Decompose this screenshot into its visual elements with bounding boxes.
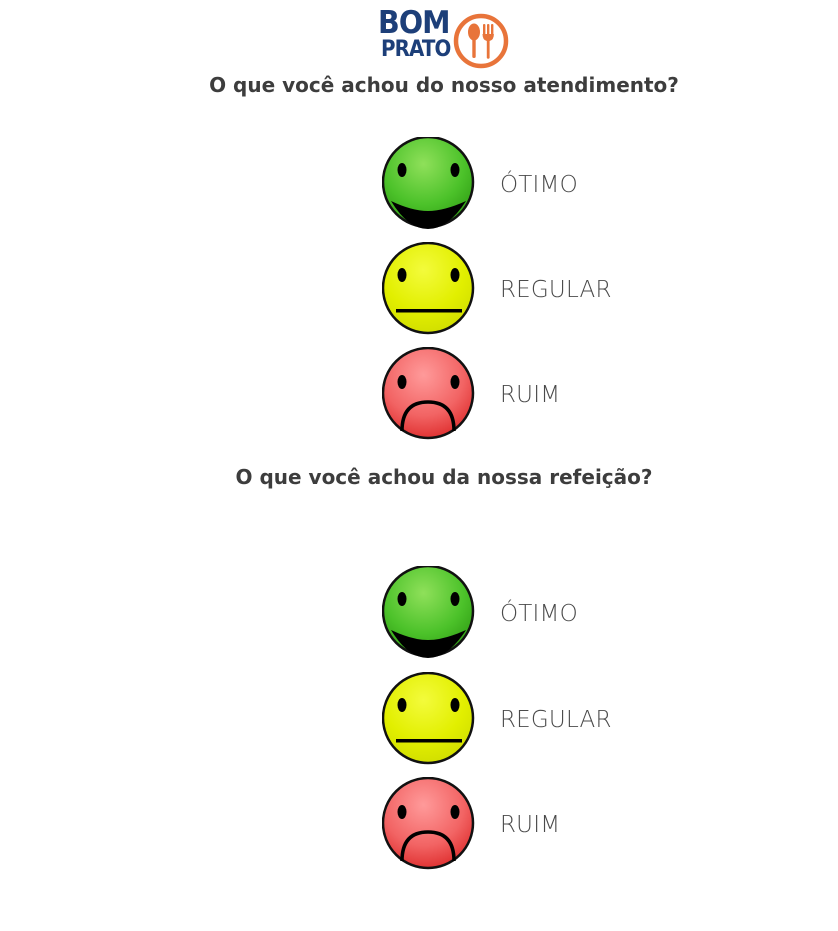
question-atendimento: O que você achou do nosso atendimento? xyxy=(209,73,679,97)
neutral-face-icon xyxy=(382,242,475,335)
option-label: ÓTIMO xyxy=(500,172,578,198)
option-atendimento-ruim[interactable]: RUIM xyxy=(382,347,632,443)
happy-face-icon xyxy=(382,137,475,229)
option-label: REGULAR xyxy=(500,277,612,303)
logo-line-prato: PRATO xyxy=(381,37,451,62)
option-atendimento-regular[interactable]: REGULAR xyxy=(382,242,632,338)
option-label: RUIM xyxy=(500,382,561,408)
spoon-fork-icon xyxy=(453,13,509,69)
sad-face-icon xyxy=(382,347,475,440)
option-label: REGULAR xyxy=(500,707,612,733)
sad-face-icon xyxy=(382,777,475,870)
option-label: ÓTIMO xyxy=(500,601,578,627)
option-refeicao-otimo[interactable]: ÓTIMO xyxy=(382,566,632,662)
option-refeicao-ruim[interactable]: RUIM xyxy=(382,777,632,873)
option-refeicao-regular[interactable]: REGULAR xyxy=(382,672,632,768)
option-atendimento-otimo[interactable]: ÓTIMO xyxy=(382,137,632,233)
neutral-face-icon xyxy=(382,672,475,765)
question-refeicao: O que você achou da nossa refeição? xyxy=(235,465,653,489)
happy-face-icon xyxy=(382,566,475,658)
bom-prato-logo: BOM PRATO xyxy=(378,5,510,69)
logo-line-bom: BOM xyxy=(378,5,451,41)
option-label: RUIM xyxy=(500,812,561,838)
